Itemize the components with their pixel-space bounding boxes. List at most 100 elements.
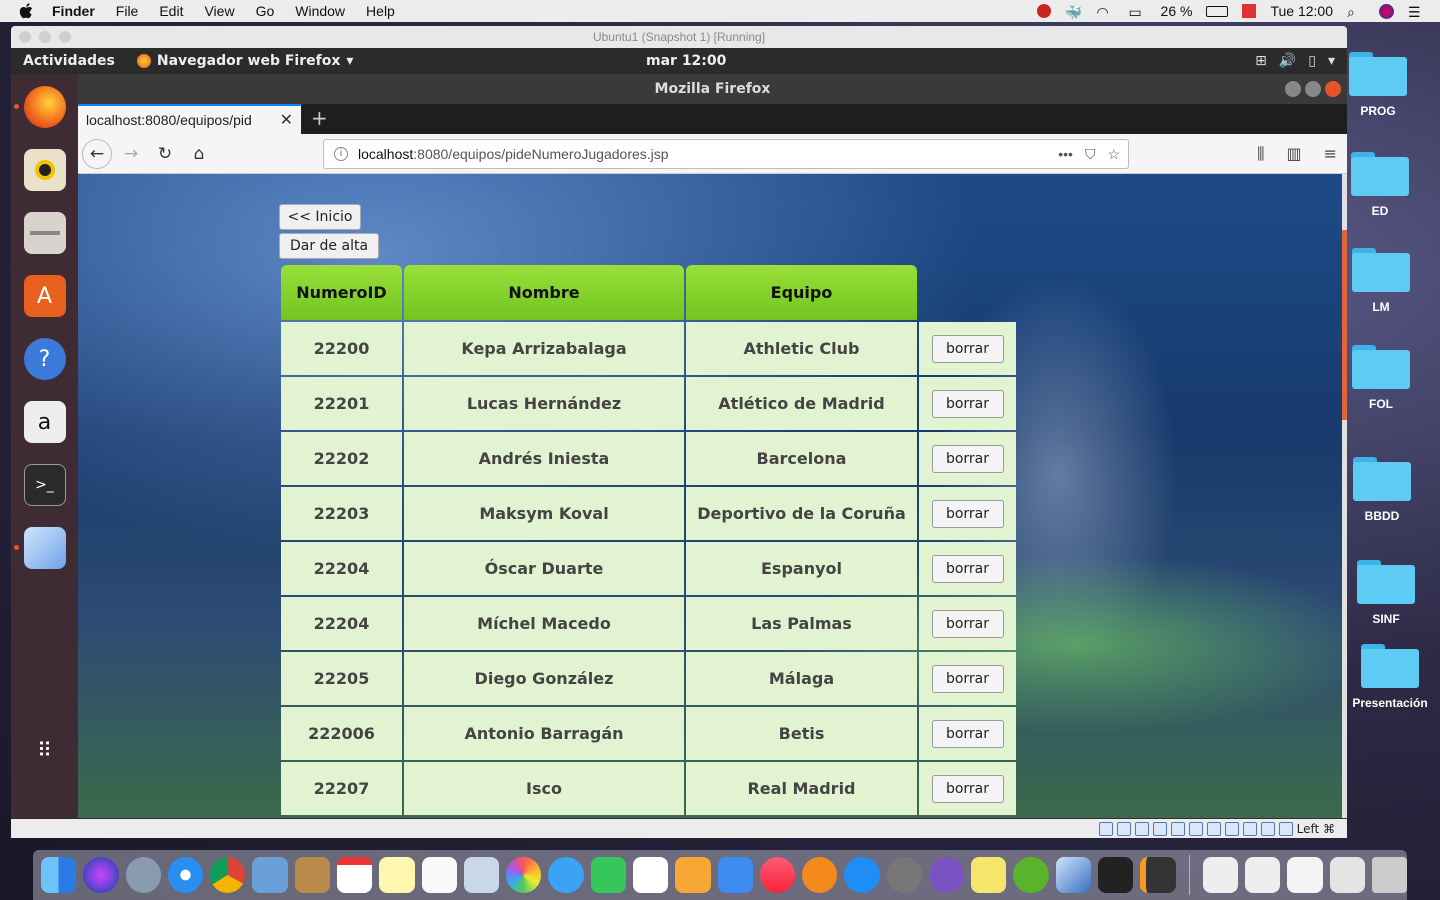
launcher-amazon[interactable]: a — [23, 401, 66, 443]
minimized-window-icon[interactable] — [1244, 857, 1281, 893]
photos-icon[interactable] — [506, 857, 542, 893]
launcher-firefox[interactable] — [13, 86, 66, 128]
optical-drive-icon[interactable] — [1116, 821, 1131, 836]
recording-icon[interactable] — [1224, 821, 1239, 836]
siri-dock-icon[interactable] — [83, 857, 119, 893]
numbers-icon[interactable] — [632, 857, 669, 893]
activity-monitor-icon[interactable] — [1098, 857, 1134, 893]
network-icon[interactable]: ⊞ — [1255, 53, 1267, 69]
activities-button[interactable]: Actividades — [23, 53, 115, 69]
bookmark-star-icon[interactable]: ☆ — [1107, 146, 1120, 163]
inicio-button[interactable]: << Inicio — [279, 204, 361, 230]
display-icon[interactable] — [1206, 821, 1221, 836]
reload-button[interactable]: ↻ — [150, 139, 180, 169]
launchpad-icon[interactable] — [125, 857, 161, 893]
system-preferences-icon[interactable] — [886, 857, 922, 893]
borrar-button[interactable]: borrar — [931, 334, 1004, 363]
borrar-button[interactable]: borrar — [931, 554, 1004, 583]
desktop-folder-lm[interactable]: LM — [1341, 248, 1421, 314]
viber-icon[interactable] — [928, 857, 965, 893]
trash-icon[interactable] — [1371, 857, 1408, 893]
launcher-software[interactable]: A — [23, 275, 66, 317]
contacts-icon[interactable] — [294, 857, 330, 893]
borrar-button[interactable]: borrar — [931, 499, 1004, 528]
new-tab-button[interactable]: + — [311, 106, 328, 130]
launcher-terminal[interactable]: >_ — [23, 464, 66, 506]
maximize-button[interactable] — [1305, 81, 1321, 97]
airplay-icon[interactable]: ▭ — [1129, 4, 1147, 20]
usb-icon[interactable] — [1170, 821, 1185, 836]
minimized-window-icon[interactable] — [1202, 857, 1238, 893]
pages-icon[interactable] — [675, 857, 711, 893]
app-menu[interactable]: Navegador web Firefox ▾ — [136, 53, 353, 69]
show-applications-button[interactable]: ⠿ — [24, 729, 66, 771]
app-store-icon[interactable] — [844, 857, 880, 893]
keynote-icon[interactable] — [717, 857, 753, 893]
hard-disk-icon[interactable] — [1098, 821, 1113, 836]
battery-tray-icon[interactable]: ▯ — [1308, 53, 1316, 69]
menubar-clock[interactable]: Tue 12:00 — [1270, 3, 1333, 19]
volume-icon[interactable]: 🔊 — [1279, 53, 1296, 69]
finder-icon[interactable] — [41, 857, 77, 893]
siri-icon[interactable] — [1379, 3, 1394, 19]
forward-button[interactable]: → — [116, 139, 146, 169]
notification-center-icon[interactable]: ☰ — [1408, 4, 1426, 20]
page-actions-icon[interactable]: ••• — [1058, 146, 1073, 163]
menu-edit[interactable]: Edit — [159, 3, 183, 19]
launcher-virtualbox[interactable] — [13, 527, 66, 569]
mouse-integration-icon[interactable] — [1260, 821, 1275, 836]
shield-icon[interactable] — [1036, 4, 1051, 18]
library-icon[interactable]: ⫼ — [1257, 144, 1264, 164]
audio-icon[interactable] — [1134, 821, 1149, 836]
borrar-button[interactable]: borrar — [931, 389, 1004, 418]
tab-active[interactable]: localhost:8080/equipos/pid ✕ — [78, 104, 301, 134]
desktop-folder-prog[interactable]: PROG — [1338, 52, 1418, 118]
minimized-window-icon[interactable] — [1329, 857, 1365, 893]
sidebar-icon[interactable]: ▥ — [1286, 144, 1301, 164]
dar-de-alta-button[interactable]: Dar de alta — [279, 233, 379, 259]
preview-icon[interactable] — [252, 857, 288, 893]
desktop-folder-bbdd[interactable]: BBDD — [1342, 457, 1422, 523]
back-button[interactable]: ← — [82, 138, 112, 169]
close-tab-icon[interactable]: ✕ — [280, 110, 293, 130]
sublime-text-icon[interactable] — [1140, 857, 1176, 893]
keyboard-capture-icon[interactable] — [1278, 821, 1293, 836]
home-button[interactable]: ⌂ — [184, 139, 214, 169]
desktop-folder-ed[interactable]: ED — [1340, 152, 1420, 218]
itunes-icon[interactable] — [759, 857, 796, 893]
battery-icon[interactable] — [1206, 5, 1229, 17]
menu-view[interactable]: View — [204, 3, 234, 19]
flag-icon[interactable] — [1242, 4, 1257, 18]
close-button[interactable] — [1325, 81, 1341, 97]
minimize-window-button[interactable] — [39, 31, 51, 43]
photo-booth-icon[interactable] — [463, 857, 500, 893]
borrar-button[interactable]: borrar — [931, 444, 1004, 473]
virtualbox-dock-icon[interactable] — [1055, 857, 1092, 893]
url-bar[interactable]: i localhost:8080/equipos/pideNumeroJugad… — [323, 139, 1129, 169]
site-info-icon[interactable]: i — [334, 147, 348, 161]
launcher-files[interactable] — [23, 212, 66, 254]
docker-icon[interactable]: 🐳 — [1065, 4, 1083, 20]
borrar-button[interactable]: borrar — [931, 609, 1004, 638]
menu-file[interactable]: File — [116, 3, 139, 19]
spotlight-search-icon[interactable]: ⌕ — [1347, 4, 1365, 20]
tray-menu-chevron-icon[interactable]: ▾ — [1328, 53, 1335, 69]
chrome-icon[interactable] — [210, 857, 246, 893]
facetime-icon[interactable] — [590, 857, 626, 893]
minimize-button[interactable] — [1285, 81, 1301, 97]
borrar-button[interactable]: borrar — [931, 664, 1004, 693]
close-window-button[interactable] — [19, 31, 31, 43]
stickies-icon[interactable] — [971, 857, 1007, 893]
desktop-folder-fol[interactable]: FOL — [1341, 345, 1421, 411]
safari-icon[interactable] — [167, 857, 204, 893]
menu-go[interactable]: Go — [256, 3, 275, 19]
network-adapter-icon[interactable] — [1152, 821, 1167, 836]
pocket-icon[interactable]: ⛉ — [1085, 146, 1096, 163]
menu-window[interactable]: Window — [295, 3, 345, 19]
cpu-icon[interactable] — [1242, 821, 1257, 836]
ubuntu-clock[interactable]: mar 12:00 — [646, 53, 726, 69]
shared-folders-icon[interactable] — [1188, 821, 1203, 836]
wifi-icon[interactable]: ◠ — [1097, 4, 1115, 20]
utorrent-icon[interactable] — [1013, 857, 1049, 893]
apple-logo-icon[interactable] — [18, 2, 36, 20]
